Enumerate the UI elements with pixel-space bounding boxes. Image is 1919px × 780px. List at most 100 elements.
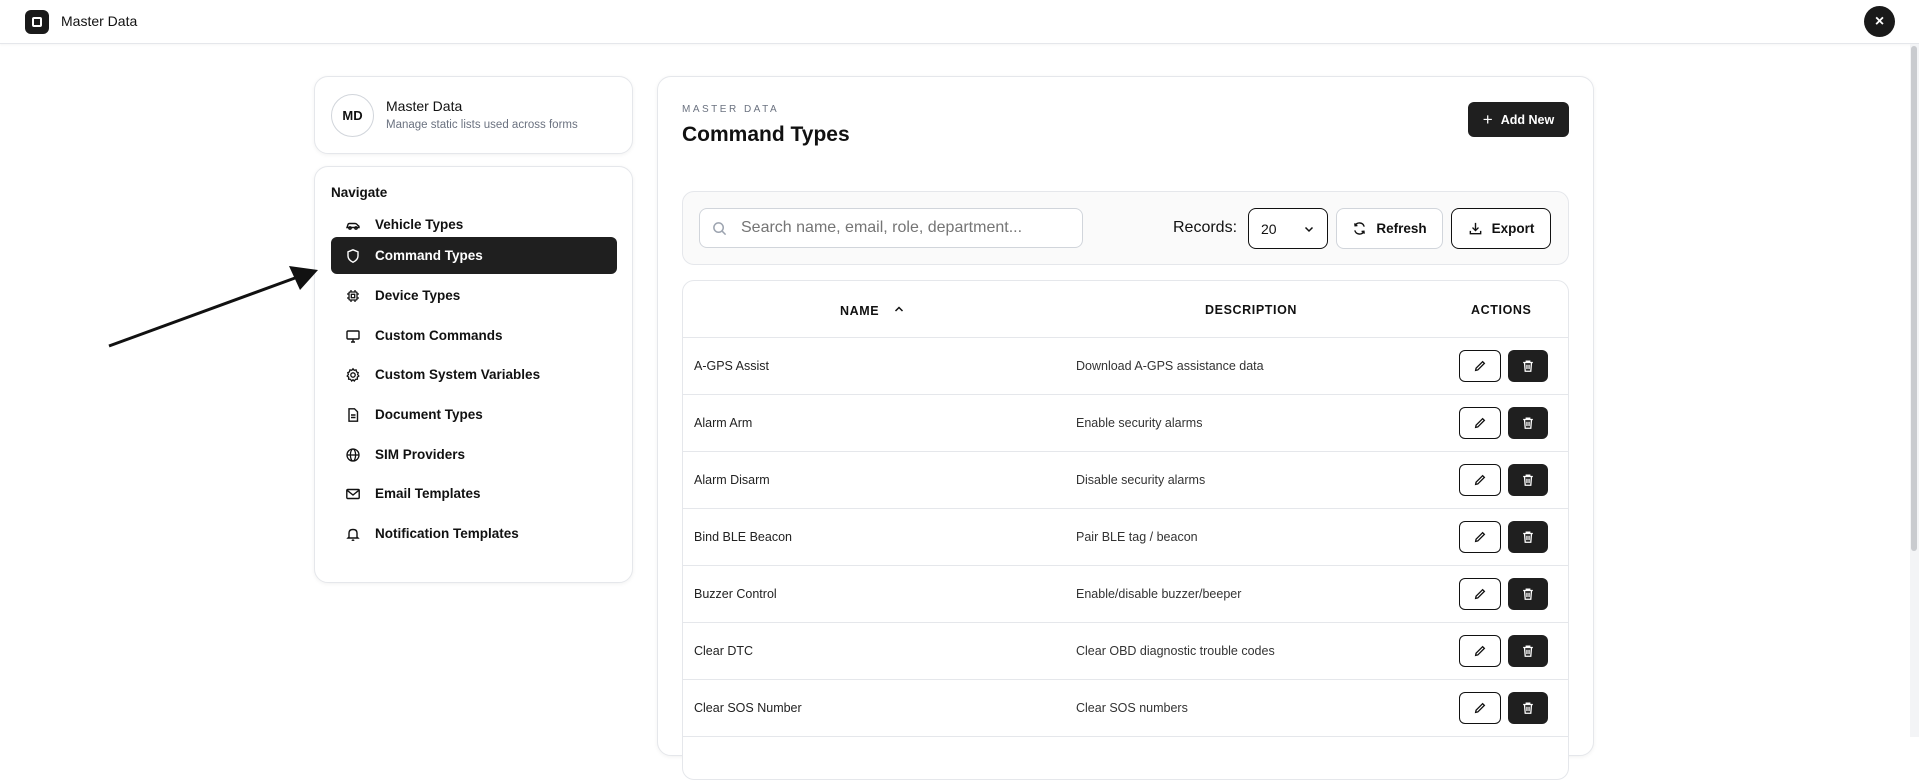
sort-ascending-icon [895, 306, 904, 312]
cell-description: Download A-GPS assistance data [1076, 359, 1264, 373]
sidebar-item-label: Command Types [375, 248, 483, 263]
delete-button[interactable] [1508, 692, 1548, 724]
search-box[interactable] [699, 208, 1083, 248]
main-content-card: MASTER DATA Command Types + Add New Reco… [657, 76, 1594, 780]
pencil-icon [1474, 531, 1486, 543]
scrollbar-thumb[interactable] [1911, 46, 1917, 551]
trash-icon [1523, 645, 1533, 657]
sidebar-item-document-types[interactable]: Document Types [331, 396, 617, 433]
sidebar-item-sim-providers[interactable]: SIM Providers [331, 436, 617, 473]
column-name-label: NAME [840, 304, 880, 318]
page-title: Command Types [682, 123, 850, 146]
trash-icon [1523, 360, 1533, 372]
edit-button[interactable] [1459, 350, 1501, 382]
trash-icon [1523, 531, 1533, 543]
refresh-label: Refresh [1376, 221, 1427, 236]
cell-description: Enable/disable buzzer/beeper [1076, 587, 1242, 601]
trash-icon [1523, 588, 1533, 600]
close-button[interactable]: × [1864, 6, 1895, 37]
cell-name: Alarm Disarm [694, 473, 770, 487]
sidebar-item-device-types[interactable]: Device Types [331, 277, 617, 314]
chevron-down-icon [1304, 226, 1314, 232]
plus-icon: + [1482, 109, 1493, 129]
sidebar-item-label: Notification Templates [375, 526, 519, 541]
gear-icon [346, 367, 360, 382]
table-row: Alarm Arm Enable security alarms [683, 395, 1568, 452]
cell-name: Buzzer Control [694, 587, 777, 601]
edit-button[interactable] [1459, 635, 1501, 667]
edit-button[interactable] [1459, 407, 1501, 439]
sidebar-item-label: Custom Commands [375, 328, 503, 343]
delete-button[interactable] [1508, 521, 1548, 553]
search-icon [713, 221, 727, 235]
document-icon [348, 407, 359, 422]
pencil-icon [1474, 702, 1486, 714]
table-row: Buzzer Control Enable/disable buzzer/bee… [683, 566, 1568, 623]
bell-icon [346, 528, 360, 541]
sidebar-item-command-types[interactable]: Command Types [331, 237, 617, 274]
avatar: MD [331, 94, 374, 137]
export-label: Export [1491, 221, 1535, 236]
profile-title: Master Data [386, 98, 463, 114]
records-value: 20 [1261, 220, 1277, 237]
search-input[interactable] [741, 219, 1061, 237]
sidebar-item-label: Device Types [375, 288, 461, 303]
delete-button[interactable] [1508, 407, 1548, 439]
cell-name: Alarm Arm [694, 416, 753, 430]
column-header-name[interactable]: NAME [840, 303, 905, 318]
command-types-table: NAME DESCRIPTION ACTIONS A-GPS Assist Do… [682, 280, 1569, 780]
edit-button[interactable] [1459, 692, 1501, 724]
sidebar-item-label: Vehicle Types [375, 217, 464, 232]
cell-name: Bind BLE Beacon [694, 530, 792, 544]
sidebar-item-email-templates[interactable]: Email Templates [331, 475, 617, 512]
add-new-label: Add New [1500, 112, 1555, 127]
delete-button[interactable] [1508, 635, 1548, 667]
chip-icon [347, 289, 359, 302]
refresh-button[interactable]: Refresh [1336, 208, 1443, 249]
profile-subtitle: Manage static lists used across forms [386, 119, 578, 131]
delete-button[interactable] [1508, 464, 1548, 496]
table-row: Bind BLE Beacon Pair BLE tag / beacon [683, 509, 1568, 566]
column-header-description: DESCRIPTION [1205, 303, 1298, 317]
export-button[interactable]: Export [1451, 208, 1551, 249]
profile-card: MD Master Data Manage static lists used … [314, 76, 633, 154]
cell-description: Enable security alarms [1076, 416, 1203, 430]
edit-button[interactable] [1459, 464, 1501, 496]
section-overline: MASTER DATA [682, 104, 780, 115]
table-header: NAME DESCRIPTION ACTIONS [683, 281, 1568, 338]
shield-icon [347, 248, 359, 263]
globe-icon [346, 447, 360, 462]
sidebar-item-label: Custom System Variables [375, 367, 541, 382]
cell-description: Pair BLE tag / beacon [1076, 530, 1198, 544]
records-per-page-select[interactable]: 20 [1248, 208, 1328, 249]
sidebar-item-custom-commands[interactable]: Custom Commands [331, 317, 617, 354]
add-new-button[interactable]: + Add New [1468, 102, 1569, 137]
download-icon [1469, 222, 1481, 235]
mail-icon [346, 488, 360, 499]
table-row: Clear DTC Clear OBD diagnostic trouble c… [683, 623, 1568, 680]
table-row: Alarm Disarm Disable security alarms [683, 452, 1568, 509]
trash-icon [1523, 474, 1533, 486]
trash-icon [1523, 417, 1533, 429]
sidebar-item-notification-templates[interactable]: Notification Templates [331, 515, 617, 552]
sidebar-item-custom-system-variables[interactable]: Custom System Variables [331, 356, 617, 393]
trash-icon [1523, 702, 1533, 714]
edit-button[interactable] [1459, 578, 1501, 610]
cell-name: Clear SOS Number [694, 701, 802, 715]
sidebar-item-label: Email Templates [375, 486, 481, 501]
car-icon [346, 222, 360, 230]
delete-button[interactable] [1508, 578, 1548, 610]
cell-description: Disable security alarms [1076, 473, 1206, 487]
annotation-arrow [108, 266, 318, 348]
cell-description: Clear OBD diagnostic trouble codes [1076, 644, 1275, 658]
column-header-actions: ACTIONS [1471, 303, 1532, 317]
navigation-panel: Navigate Vehicle Types Command Types Dev… [314, 166, 633, 583]
pencil-icon [1474, 474, 1486, 486]
pencil-icon [1474, 645, 1486, 657]
delete-button[interactable] [1508, 350, 1548, 382]
top-bar: Master Data × [0, 0, 1919, 44]
edit-button[interactable] [1459, 521, 1501, 553]
cell-name: Clear DTC [694, 644, 754, 658]
table-row: Clear SOS Number Clear SOS numbers [683, 680, 1568, 737]
nav-heading: Navigate [331, 185, 388, 200]
